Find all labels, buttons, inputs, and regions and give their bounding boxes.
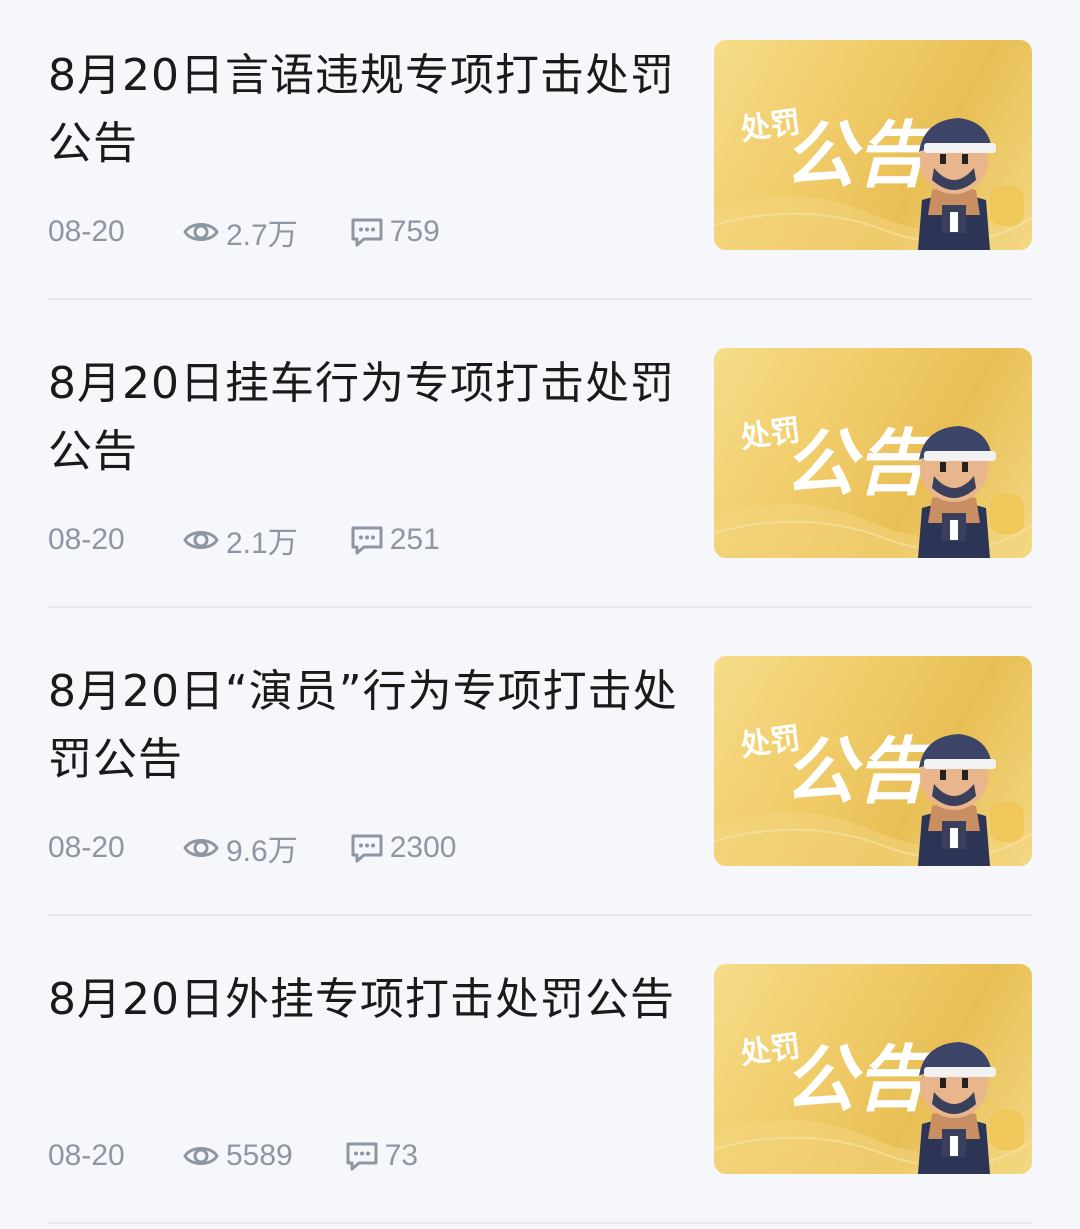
list-item[interactable]: 8月20日外挂专项打击处罚公告 08-20 5589 73 处罚 公告 [48,924,1032,1229]
view-count: 2.7万 [182,210,298,254]
comment-count-value: 251 [389,523,440,556]
article-meta: 08-20 5589 73 [48,1134,418,1178]
article-thumbnail[interactable]: 处罚 公告 [714,656,1032,866]
view-count-value: 5589 [226,1139,293,1172]
article-meta: 08-20 2.7万 759 [48,210,440,254]
penalty-notice-banner: 处罚 公告 [714,1029,1032,1174]
eye-icon [183,839,219,857]
article-thumbnail[interactable]: 处罚 公告 [714,40,1032,250]
comment-icon [351,834,383,863]
list-item[interactable]: 8月20日言语违规专项打击处罚公告 08-20 2.7万 759 处罚 公告 [48,0,1032,308]
article-title[interactable]: 8月20日外挂专项打击处罚公告 [48,966,688,1034]
comment-count: 73 [345,1139,418,1173]
comment-icon [346,1142,378,1171]
view-count: 2.1万 [182,518,298,562]
article-title[interactable]: 8月20日言语违规专项打击处罚公告 [48,42,688,178]
thumbnail-big-text: 公告 [784,1037,934,1121]
thumbnail-big-text: 公告 [784,113,934,197]
article-date: 08-20 [48,523,125,556]
penalty-notice-banner: 处罚 公告 [714,413,1032,558]
article-meta: 08-20 9.6万 2300 [48,826,456,870]
eye-icon [183,1147,219,1165]
comment-count: 251 [350,523,440,557]
thumbnail-big-text: 公告 [784,421,934,505]
view-count-value: 9.6万 [226,835,298,868]
list-item[interactable]: 8月20日“演员”行为专项打击处罚公告 08-20 9.6万 2300 处罚 公… [48,616,1032,924]
article-title[interactable]: 8月20日“演员”行为专项打击处罚公告 [48,658,688,794]
article-list: 8月20日言语违规专项打击处罚公告 08-20 2.7万 759 处罚 公告 8… [0,0,1080,1229]
eye-icon [183,531,219,549]
list-item[interactable]: 8月20日挂车行为专项打击处罚公告 08-20 2.1万 251 处罚 公告 [48,308,1032,616]
penalty-notice-banner: 处罚 公告 [714,105,1032,250]
divider [48,298,1032,300]
view-count-value: 2.7万 [226,219,298,252]
penalty-notice-banner: 处罚 公告 [714,721,1032,866]
comment-count-value: 759 [389,215,440,248]
article-thumbnail[interactable]: 处罚 公告 [714,964,1032,1174]
divider [48,1222,1032,1224]
comment-count: 759 [350,215,440,249]
article-date: 08-20 [48,1139,125,1172]
comment-count-value: 73 [384,1139,419,1172]
article-thumbnail[interactable]: 处罚 公告 [714,348,1032,558]
divider [48,606,1032,608]
view-count-value: 2.1万 [226,527,298,560]
comment-icon [351,526,383,555]
view-count: 5589 [182,1139,293,1173]
article-title[interactable]: 8月20日挂车行为专项打击处罚公告 [48,350,688,486]
comment-count-value: 2300 [389,831,457,864]
comment-icon [351,218,383,247]
article-date: 08-20 [48,215,125,248]
eye-icon [183,223,219,241]
thumbnail-big-text: 公告 [784,729,934,813]
comment-count: 2300 [350,831,457,865]
article-date: 08-20 [48,831,125,864]
divider [48,914,1032,916]
article-meta: 08-20 2.1万 251 [48,518,440,562]
view-count: 9.6万 [182,826,298,870]
